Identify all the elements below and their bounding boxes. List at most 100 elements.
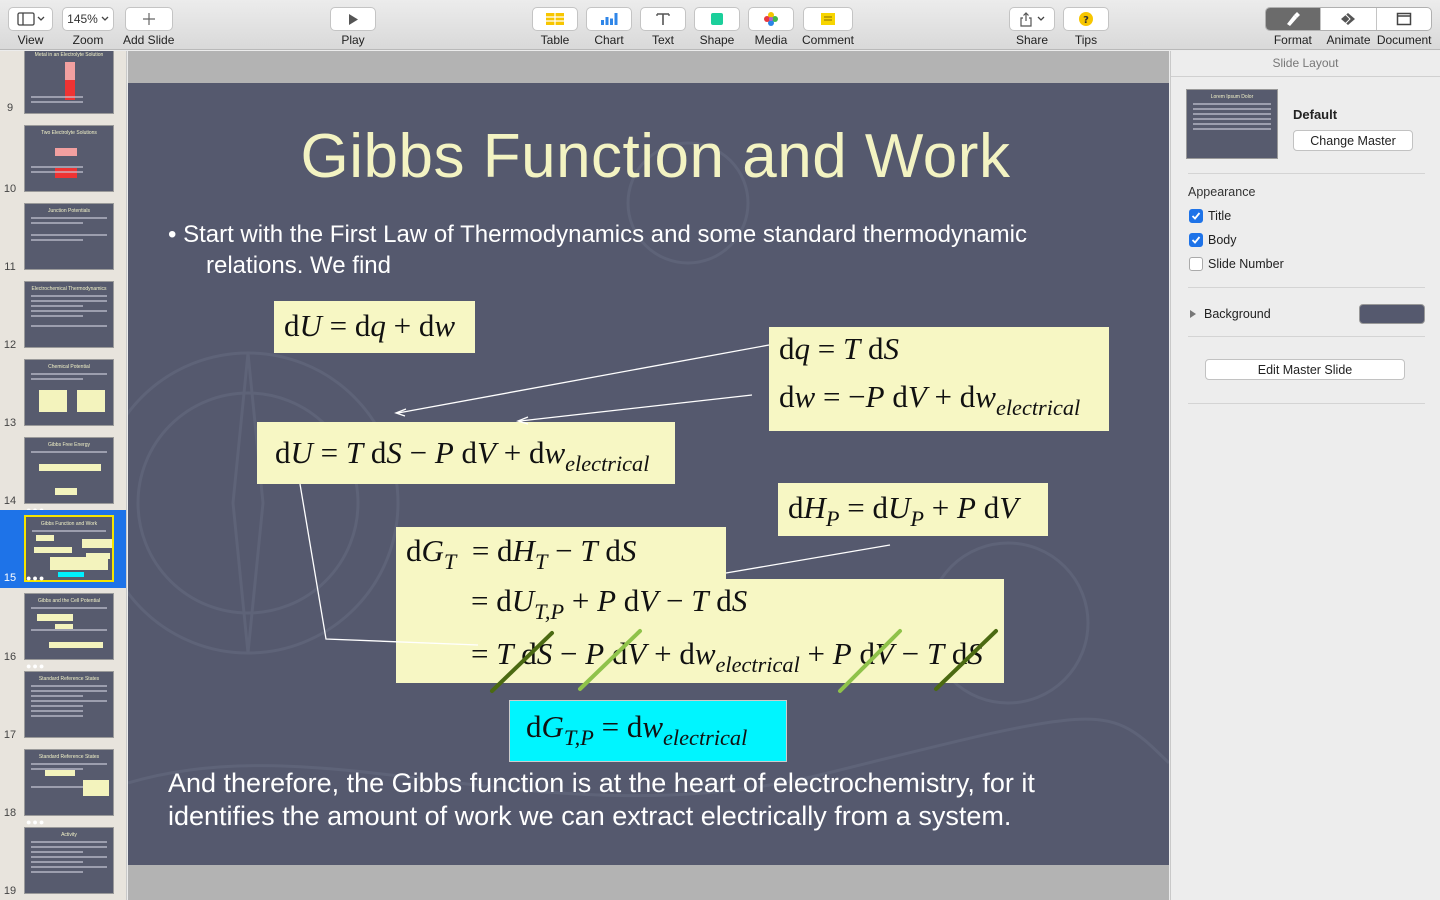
- equation-heat-work[interactable]: dq = T dS dw = −P dV + dwelectrical: [769, 327, 1109, 431]
- thumbnail-title: Metal in an Electrolyte Solution: [34, 52, 104, 58]
- equation-gibbs-line-2: = dUT,P + P dV − T dS: [471, 583, 748, 624]
- inspector-tabs: Format Animate Document: [1265, 7, 1432, 47]
- bullet-line-2: relations. We find: [206, 252, 391, 279]
- format-inspector: Slide Layout Lorem Ipsum Dolor Default C…: [1170, 51, 1440, 900]
- equation-result-highlight[interactable]: dGT,P = dwelectrical: [509, 700, 787, 762]
- conclusion-line-1: And therefore, the Gibbs function is at …: [168, 768, 1035, 798]
- shape-tool[interactable]: Shape: [694, 7, 740, 47]
- background-color-swatch[interactable]: [1359, 304, 1425, 324]
- shape-button[interactable]: [694, 7, 740, 31]
- format-tab[interactable]: [1266, 8, 1322, 30]
- zoom-button[interactable]: 145%: [62, 7, 114, 31]
- table-icon: [546, 13, 564, 25]
- diamond-icon: [1341, 12, 1356, 26]
- slide-thumbnail-12[interactable]: 12 Electrochemical Thermodynamics: [0, 281, 126, 359]
- comment-tool[interactable]: Comment: [802, 7, 854, 47]
- slide-number: 14: [3, 495, 17, 507]
- thumbnail-title: Standard Reference States: [38, 676, 100, 682]
- chart-button[interactable]: [586, 7, 632, 31]
- tips-tool[interactable]: ? Tips: [1063, 7, 1109, 47]
- comment-button[interactable]: [803, 7, 853, 31]
- slide-thumbnail-9[interactable]: 9 Metal in an Electrolyte Solution: [0, 51, 126, 127]
- slide-canvas[interactable]: Gibbs Function and Work • Start with the…: [128, 51, 1169, 900]
- zoom-tool[interactable]: 145% Zoom: [62, 7, 114, 47]
- slide-thumbnail-11[interactable]: 11 Junction Potentials: [0, 203, 126, 281]
- share-button[interactable]: [1009, 7, 1055, 31]
- text-tool[interactable]: Text: [640, 7, 686, 47]
- slide-thumbnail-17[interactable]: 17 Standard Reference States: [0, 671, 126, 749]
- thumbnail-image: Gibbs Free Energy: [24, 437, 114, 504]
- paintbrush-icon: [1287, 12, 1301, 26]
- media-label: Media: [754, 33, 788, 47]
- equation-enthalpy[interactable]: dHP = dUP + P dV: [778, 483, 1048, 536]
- tips-button[interactable]: ?: [1063, 7, 1109, 31]
- subscript: T: [443, 548, 457, 574]
- subscript: P: [910, 505, 925, 531]
- slide-thumbnail-18[interactable]: 18 Standard Reference States ●●●: [0, 749, 126, 827]
- edit-master-slide-button[interactable]: Edit Master Slide: [1205, 359, 1405, 380]
- text-icon: [656, 13, 670, 25]
- view-button[interactable]: [8, 7, 53, 31]
- document-tab[interactable]: [1377, 8, 1431, 30]
- slide-thumbnail-14[interactable]: 14 Gibbs Free Energy ●●●: [0, 437, 126, 515]
- change-master-button[interactable]: Change Master: [1293, 130, 1413, 151]
- slide-thumbnail-15[interactable]: 15 Gibbs Function and Work ●●●: [0, 510, 126, 588]
- slide[interactable]: Gibbs Function and Work • Start with the…: [128, 83, 1169, 865]
- slide-body-text[interactable]: • Start with the First Law of Thermodyna…: [168, 219, 1128, 281]
- thumbnail-title: Activity: [61, 832, 77, 838]
- shape-label: Shape: [699, 33, 735, 47]
- chevron-down-icon: [101, 16, 109, 21]
- bullet-line-1: • Start with the First Law of Thermodyna…: [168, 221, 1027, 248]
- media-tool[interactable]: Media: [748, 7, 794, 47]
- slide-thumbnail-13[interactable]: 13 Chemical Potential: [0, 359, 126, 437]
- text-button[interactable]: [640, 7, 686, 31]
- body-checkbox-row[interactable]: Body: [1189, 233, 1237, 247]
- animation-indicator: ●●●: [26, 817, 46, 827]
- slide-number: 13: [3, 417, 17, 429]
- slide-thumbnail-10[interactable]: 10 Two Electrolyte Solutions: [0, 125, 126, 203]
- animation-indicator: ●●●: [26, 661, 46, 671]
- equation-text: dU = dq + dw: [284, 308, 456, 343]
- view-tool[interactable]: View: [8, 7, 53, 47]
- equation-gibbs-line-1: dGT = dHT − T dS: [406, 533, 637, 574]
- zoom-label: Zoom: [72, 33, 104, 47]
- animate-label: Animate: [1326, 33, 1371, 47]
- chevron-down-icon: [1037, 16, 1045, 21]
- divider: [1188, 403, 1425, 404]
- slide-conclusion-text[interactable]: And therefore, the Gibbs function is at …: [168, 767, 1128, 833]
- title-checkbox-row[interactable]: Title: [1189, 209, 1231, 223]
- slide-number-checkbox[interactable]: [1189, 257, 1203, 271]
- body-checkbox[interactable]: [1189, 233, 1203, 247]
- equation-first-law[interactable]: dU = dq + dw: [274, 301, 475, 353]
- chart-tool[interactable]: Chart: [586, 7, 632, 47]
- comment-icon: [821, 13, 835, 25]
- slide-thumbnail-16[interactable]: 16 Gibbs and the Cell Potential ●●●: [0, 593, 126, 671]
- divider: [1188, 287, 1425, 288]
- media-button[interactable]: [748, 7, 794, 31]
- slide-thumbnail-19[interactable]: 19 Activity: [0, 827, 126, 900]
- thumbnail-title: Junction Potentials: [48, 208, 90, 214]
- table-button[interactable]: [532, 7, 578, 31]
- play-button[interactable]: [330, 7, 376, 31]
- slide-number-checkbox-row[interactable]: Slide Number: [1189, 257, 1284, 271]
- master-thumbnail[interactable]: Lorem Ipsum Dolor: [1186, 89, 1278, 159]
- slide-title[interactable]: Gibbs Function and Work: [128, 121, 1169, 192]
- equation-internal-energy[interactable]: dU = T dS − P dV + dwelectrical: [257, 422, 675, 484]
- add-slide-label: Add Slide: [123, 33, 175, 47]
- slide-number: 19: [3, 885, 17, 897]
- thumbnail-title: Standard Reference States: [38, 754, 100, 760]
- animate-tab[interactable]: [1321, 8, 1377, 30]
- photos-icon: [764, 12, 778, 26]
- slide-number: 12: [3, 339, 17, 351]
- table-tool[interactable]: Table: [532, 7, 578, 47]
- disclosure-triangle-icon[interactable]: [1188, 309, 1198, 319]
- share-tool[interactable]: Share: [1009, 7, 1055, 47]
- equation-gibbs-line-3: = T dS − P dV + dwelectrical + P dV − T …: [471, 636, 983, 677]
- master-name: Default: [1293, 107, 1338, 122]
- background-row[interactable]: Background: [1188, 304, 1425, 324]
- add-slide-button[interactable]: [124, 7, 173, 31]
- play-tool[interactable]: Play: [330, 7, 376, 47]
- title-checkbox[interactable]: [1189, 209, 1203, 223]
- add-slide-tool[interactable]: Add Slide: [123, 7, 174, 47]
- thumbnail-title: Gibbs Function and Work: [40, 521, 98, 527]
